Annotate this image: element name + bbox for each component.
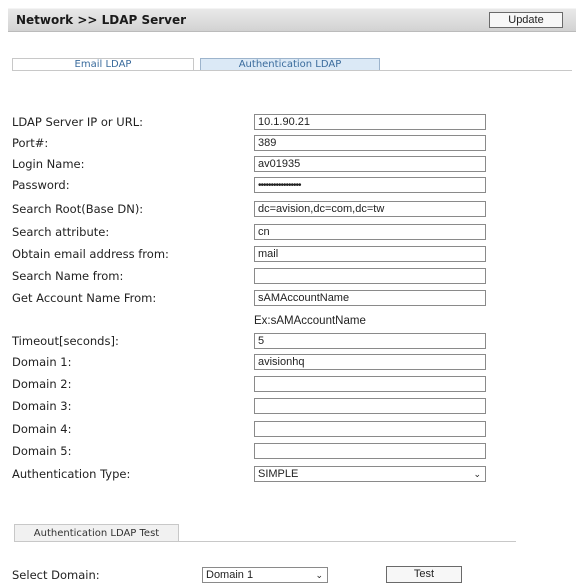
select-domain-dropdown[interactable]: Domain 1 ⌄: [202, 567, 328, 583]
login-name-label: Login Name:: [12, 157, 85, 171]
port-label: Port#:: [12, 136, 49, 150]
ldap-server-input[interactable]: [254, 114, 486, 130]
obtain-email-label: Obtain email address from:: [12, 247, 169, 261]
timeout-label: Timeout[seconds]:: [12, 334, 119, 348]
domain-4-label: Domain 4:: [12, 422, 72, 436]
timeout-input[interactable]: [254, 333, 486, 349]
auth-type-select[interactable]: SIMPLE ⌄: [254, 466, 486, 482]
test-button[interactable]: Test: [386, 566, 462, 583]
domain-2-input[interactable]: [254, 376, 486, 392]
update-button[interactable]: Update: [489, 12, 563, 28]
domain-1-label: Domain 1:: [12, 355, 72, 369]
page-header: Network >> LDAP Server Update: [8, 8, 576, 32]
account-name-hint: Ex:sAMAccountName: [254, 315, 366, 327]
select-domain-value: Domain 1: [206, 569, 254, 581]
domain-4-input[interactable]: [254, 421, 486, 437]
search-root-input[interactable]: [254, 201, 486, 217]
search-attribute-label: Search attribute:: [12, 225, 110, 239]
domain-3-label: Domain 3:: [12, 399, 72, 413]
select-domain-label: Select Domain:: [12, 568, 100, 582]
ldap-server-label: LDAP Server IP or URL:: [12, 115, 143, 129]
search-name-input[interactable]: [254, 268, 486, 284]
search-root-label: Search Root(Base DN):: [12, 202, 144, 216]
chevron-down-icon: ⌄: [315, 570, 323, 580]
login-name-input[interactable]: [254, 156, 486, 172]
page-title: Network >> LDAP Server: [16, 13, 187, 27]
domain-3-input[interactable]: [254, 398, 486, 414]
password-input[interactable]: [254, 177, 486, 193]
domain-5-input[interactable]: [254, 443, 486, 459]
search-name-label: Search Name from:: [12, 269, 124, 283]
password-label: Password:: [12, 178, 70, 192]
port-input[interactable]: [254, 135, 486, 151]
auth-type-value: SIMPLE: [258, 468, 299, 480]
account-name-input[interactable]: [254, 290, 486, 306]
tabs-divider: [12, 70, 572, 71]
test-tab-divider: [14, 541, 516, 542]
domain-1-input[interactable]: [254, 354, 486, 370]
obtain-email-input[interactable]: [254, 246, 486, 262]
tab-authentication-ldap-test[interactable]: Authentication LDAP Test: [14, 524, 179, 542]
domain-5-label: Domain 5:: [12, 444, 72, 458]
account-name-label: Get Account Name From:: [12, 291, 157, 305]
search-attribute-input[interactable]: [254, 224, 486, 240]
domain-2-label: Domain 2:: [12, 377, 72, 391]
auth-type-label: Authentication Type:: [12, 467, 131, 481]
chevron-down-icon: ⌄: [473, 469, 481, 479]
